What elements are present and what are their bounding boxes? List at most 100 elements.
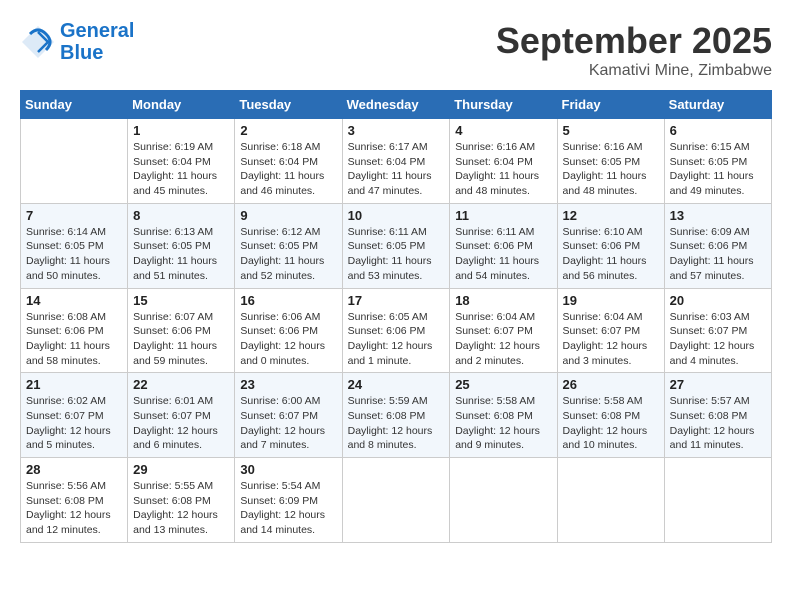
day-number: 16 bbox=[240, 293, 336, 308]
calendar-cell: 23 Sunrise: 6:00 AM Sunset: 6:07 PM Dayli… bbox=[235, 373, 342, 458]
day-info: Sunrise: 6:13 AM Sunset: 6:05 PM Dayligh… bbox=[133, 225, 229, 284]
calendar-cell: 29Sunrise: 5:55 AM Sunset: 6:08 PM Dayli… bbox=[128, 458, 235, 543]
calendar-cell: 10 Sunrise: 6:11 AM Sunset: 6:05 PM Dayli… bbox=[342, 203, 450, 288]
day-info: Sunrise: 6:15 AM Sunset: 6:05 PM Dayligh… bbox=[670, 140, 766, 199]
day-info: Sunrise: 6:08 AM Sunset: 6:06 PM Dayligh… bbox=[26, 310, 122, 369]
calendar-cell: 24 Sunrise: 5:59 AM Sunset: 6:08 PM Dayli… bbox=[342, 373, 450, 458]
day-info: Sunrise: 5:59 AM Sunset: 6:08 PM Dayligh… bbox=[348, 394, 445, 453]
day-number: 19 bbox=[563, 293, 659, 308]
day-number: 21 bbox=[26, 377, 122, 392]
day-number: 14 bbox=[26, 293, 122, 308]
day-number: 5 bbox=[563, 123, 659, 138]
day-number: 20 bbox=[670, 293, 766, 308]
day-number: 27 bbox=[670, 377, 766, 392]
day-info: Sunrise: 6:12 AM Sunset: 6:05 PM Dayligh… bbox=[240, 225, 336, 284]
weekday-header: Wednesday bbox=[342, 91, 450, 119]
calendar-cell bbox=[450, 458, 557, 543]
day-info: Sunrise: 5:56 AM Sunset: 6:08 PM Dayligh… bbox=[26, 479, 122, 538]
logo-text-blue: Blue bbox=[60, 42, 134, 64]
day-info: Sunrise: 5:58 AM Sunset: 6:08 PM Dayligh… bbox=[563, 394, 659, 453]
day-number: 13 bbox=[670, 208, 766, 223]
day-number: 10 bbox=[348, 208, 445, 223]
day-info: Sunrise: 6:00 AM Sunset: 6:07 PM Dayligh… bbox=[240, 394, 336, 453]
calendar-cell: 27 Sunrise: 5:57 AM Sunset: 6:08 PM Dayli… bbox=[664, 373, 771, 458]
calendar-cell bbox=[557, 458, 664, 543]
calendar-cell: 11 Sunrise: 6:11 AM Sunset: 6:06 PM Dayli… bbox=[450, 203, 557, 288]
day-info: Sunrise: 6:16 AM Sunset: 6:04 PM Dayligh… bbox=[455, 140, 551, 199]
day-number: 8 bbox=[133, 208, 229, 223]
day-info: Sunrise: 6:03 AM Sunset: 6:07 PM Dayligh… bbox=[670, 310, 766, 369]
day-info: Sunrise: 6:01 AM Sunset: 6:07 PM Dayligh… bbox=[133, 394, 229, 453]
day-info: Sunrise: 6:09 AM Sunset: 6:06 PM Dayligh… bbox=[670, 225, 766, 284]
calendar-cell: 26 Sunrise: 5:58 AM Sunset: 6:08 PM Dayli… bbox=[557, 373, 664, 458]
calendar-cell: 2 Sunrise: 6:18 AM Sunset: 6:04 PM Daylig… bbox=[235, 119, 342, 204]
calendar-cell: 13 Sunrise: 6:09 AM Sunset: 6:06 PM Dayli… bbox=[664, 203, 771, 288]
calendar-week-row: 7 Sunrise: 6:14 AM Sunset: 6:05 PM Daylig… bbox=[21, 203, 772, 288]
day-info: Sunrise: 6:10 AM Sunset: 6:06 PM Dayligh… bbox=[563, 225, 659, 284]
day-number: 17 bbox=[348, 293, 445, 308]
day-info: Sunrise: 6:06 AM Sunset: 6:06 PM Dayligh… bbox=[240, 310, 336, 369]
weekday-header: Tuesday bbox=[235, 91, 342, 119]
day-info: Sunrise: 5:58 AM Sunset: 6:08 PM Dayligh… bbox=[455, 394, 551, 453]
calendar-cell: 28 Sunrise: 5:56 AM Sunset: 6:08 PM Dayli… bbox=[21, 458, 128, 543]
day-number: 12 bbox=[563, 208, 659, 223]
weekday-header: Monday bbox=[128, 91, 235, 119]
logo-text-general: General bbox=[60, 20, 134, 42]
day-info: Sunrise: 6:04 AM Sunset: 6:07 PM Dayligh… bbox=[455, 310, 551, 369]
weekday-header-row: SundayMondayTuesdayWednesdayThursdayFrid… bbox=[21, 91, 772, 119]
day-number: 2 bbox=[240, 123, 336, 138]
day-number: 15 bbox=[133, 293, 229, 308]
day-info: Sunrise: 6:18 AM Sunset: 6:04 PM Dayligh… bbox=[240, 140, 336, 199]
calendar-cell: 14 Sunrise: 6:08 AM Sunset: 6:06 PM Dayli… bbox=[21, 288, 128, 373]
calendar-cell: 5 Sunrise: 6:16 AM Sunset: 6:05 PM Daylig… bbox=[557, 119, 664, 204]
calendar-week-row: 28 Sunrise: 5:56 AM Sunset: 6:08 PM Dayli… bbox=[21, 458, 772, 543]
calendar-cell: 18 Sunrise: 6:04 AM Sunset: 6:07 PM Dayli… bbox=[450, 288, 557, 373]
calendar-cell: 12 Sunrise: 6:10 AM Sunset: 6:06 PM Dayli… bbox=[557, 203, 664, 288]
day-info: Sunrise: 6:11 AM Sunset: 6:06 PM Dayligh… bbox=[455, 225, 551, 284]
day-number: 3 bbox=[348, 123, 445, 138]
calendar-cell: 6Sunrise: 6:15 AM Sunset: 6:05 PM Daylig… bbox=[664, 119, 771, 204]
day-number: 22 bbox=[133, 377, 229, 392]
calendar-week-row: 1 Sunrise: 6:19 AM Sunset: 6:04 PM Daylig… bbox=[21, 119, 772, 204]
calendar-cell: 21 Sunrise: 6:02 AM Sunset: 6:07 PM Dayli… bbox=[21, 373, 128, 458]
calendar-cell: 3 Sunrise: 6:17 AM Sunset: 6:04 PM Daylig… bbox=[342, 119, 450, 204]
day-number: 23 bbox=[240, 377, 336, 392]
day-number: 28 bbox=[26, 462, 122, 477]
logo-icon bbox=[20, 24, 56, 60]
calendar-cell: 20 Sunrise: 6:03 AM Sunset: 6:07 PM Dayli… bbox=[664, 288, 771, 373]
day-info: Sunrise: 6:17 AM Sunset: 6:04 PM Dayligh… bbox=[348, 140, 445, 199]
calendar-week-row: 21 Sunrise: 6:02 AM Sunset: 6:07 PM Dayli… bbox=[21, 373, 772, 458]
day-number: 18 bbox=[455, 293, 551, 308]
calendar-cell: 15 Sunrise: 6:07 AM Sunset: 6:06 PM Dayli… bbox=[128, 288, 235, 373]
calendar-cell: 30Sunrise: 5:54 AM Sunset: 6:09 PM Dayli… bbox=[235, 458, 342, 543]
calendar-cell: 1 Sunrise: 6:19 AM Sunset: 6:04 PM Daylig… bbox=[128, 119, 235, 204]
day-info: Sunrise: 5:57 AM Sunset: 6:08 PM Dayligh… bbox=[670, 394, 766, 453]
day-info: Sunrise: 6:07 AM Sunset: 6:06 PM Dayligh… bbox=[133, 310, 229, 369]
day-number: 25 bbox=[455, 377, 551, 392]
day-info: Sunrise: 6:02 AM Sunset: 6:07 PM Dayligh… bbox=[26, 394, 122, 453]
logo: General Blue bbox=[20, 20, 134, 64]
day-number: 29 bbox=[133, 462, 229, 477]
calendar-cell bbox=[664, 458, 771, 543]
day-info: Sunrise: 6:19 AM Sunset: 6:04 PM Dayligh… bbox=[133, 140, 229, 199]
calendar-cell bbox=[21, 119, 128, 204]
weekday-header: Friday bbox=[557, 91, 664, 119]
day-number: 1 bbox=[133, 123, 229, 138]
calendar-cell: 19Sunrise: 6:04 AM Sunset: 6:07 PM Dayli… bbox=[557, 288, 664, 373]
calendar-cell: 9Sunrise: 6:12 AM Sunset: 6:05 PM Daylig… bbox=[235, 203, 342, 288]
day-number: 24 bbox=[348, 377, 445, 392]
calendar-week-row: 14 Sunrise: 6:08 AM Sunset: 6:06 PM Dayli… bbox=[21, 288, 772, 373]
calendar-cell: 25 Sunrise: 5:58 AM Sunset: 6:08 PM Dayli… bbox=[450, 373, 557, 458]
calendar-table: SundayMondayTuesdayWednesdayThursdayFrid… bbox=[20, 90, 772, 543]
day-info: Sunrise: 6:16 AM Sunset: 6:05 PM Dayligh… bbox=[563, 140, 659, 199]
calendar-cell: 7 Sunrise: 6:14 AM Sunset: 6:05 PM Daylig… bbox=[21, 203, 128, 288]
day-info: Sunrise: 6:11 AM Sunset: 6:05 PM Dayligh… bbox=[348, 225, 445, 284]
day-number: 11 bbox=[455, 208, 551, 223]
day-info: Sunrise: 6:14 AM Sunset: 6:05 PM Dayligh… bbox=[26, 225, 122, 284]
day-number: 26 bbox=[563, 377, 659, 392]
title-block: September 2025 Kamativi Mine, Zimbabwe bbox=[496, 20, 772, 80]
calendar-cell: 8 Sunrise: 6:13 AM Sunset: 6:05 PM Daylig… bbox=[128, 203, 235, 288]
day-number: 7 bbox=[26, 208, 122, 223]
location: Kamativi Mine, Zimbabwe bbox=[496, 62, 772, 80]
day-info: Sunrise: 5:54 AM Sunset: 6:09 PM Dayligh… bbox=[240, 479, 336, 538]
